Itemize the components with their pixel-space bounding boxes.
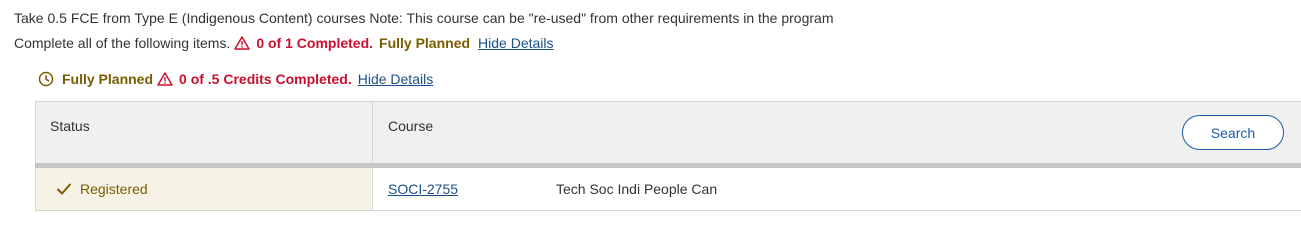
course-table: Status Course Search Registered SOCI-275… xyxy=(35,101,1301,211)
planned-status: Fully Planned xyxy=(379,35,471,51)
complete-prompt: Complete all of the following items. xyxy=(14,35,231,51)
course-title: Tech Soc Indi People Can xyxy=(556,181,718,197)
clock-icon xyxy=(38,71,54,87)
hide-details-link[interactable]: Hide Details xyxy=(478,35,553,51)
column-divider xyxy=(372,168,373,210)
group-status-line: Fully Planned 0 of .5 Credits Completed.… xyxy=(38,71,433,87)
requirement-panel: Take 0.5 FCE from Type E (Indigenous Con… xyxy=(0,0,1301,229)
group-hide-details-link[interactable]: Hide Details xyxy=(358,71,433,87)
requirement-status-line: Complete all of the following items. 0 o… xyxy=(14,35,554,51)
checkmark-icon xyxy=(56,182,72,196)
search-button[interactable]: Search xyxy=(1182,115,1284,150)
table-header: Status Course Search xyxy=(35,101,1301,164)
table-row: Registered SOCI-2755 Tech Soc Indi Peopl… xyxy=(35,168,1301,211)
group-planned-status: Fully Planned xyxy=(62,71,154,87)
status-text: Registered xyxy=(80,181,148,197)
status-cell: Registered xyxy=(36,168,372,210)
credits-status: 0 of .5 Credits Completed. xyxy=(179,71,352,87)
completed-status: 0 of 1 Completed. xyxy=(256,35,374,51)
requirement-description: Take 0.5 FCE from Type E (Indigenous Con… xyxy=(14,10,834,26)
course-code-link[interactable]: SOCI-2755 xyxy=(388,181,458,197)
course-column-header: Course xyxy=(388,118,434,134)
warning-icon xyxy=(157,72,173,86)
column-divider xyxy=(372,102,373,164)
status-column-header: Status xyxy=(50,118,90,134)
warning-icon xyxy=(234,36,251,50)
